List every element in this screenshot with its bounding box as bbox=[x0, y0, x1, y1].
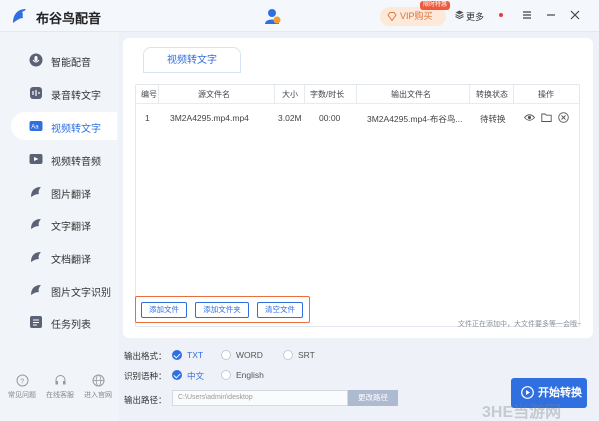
online-support-link[interactable]: 在线客服 bbox=[40, 374, 80, 400]
image-translate-icon bbox=[31, 187, 41, 197]
cell-source: 3M2A4295.mp4.mp4 bbox=[170, 113, 249, 123]
language-label-zh: 中文 bbox=[187, 371, 205, 381]
format-label-srt: SRT bbox=[298, 350, 315, 360]
col-header: 字数/时长 bbox=[310, 90, 345, 99]
sidebar-item-label: 任务列表 bbox=[51, 320, 91, 331]
output-path-field[interactable]: C:\Users\admin\desktop bbox=[172, 390, 348, 406]
language-radio-zh[interactable] bbox=[172, 370, 182, 380]
format-radio-srt[interactable] bbox=[283, 350, 293, 360]
folder-icon[interactable] bbox=[541, 112, 552, 123]
sidebar-item-image-translate[interactable]: 图片翻译 bbox=[11, 178, 117, 206]
cell-duration: 00:00 bbox=[319, 113, 341, 123]
text-translate-icon bbox=[31, 219, 41, 229]
notification-dot bbox=[499, 13, 503, 17]
col-header: 源文件名 bbox=[198, 90, 230, 99]
app-logo-icon bbox=[13, 9, 26, 23]
sidebar: 智能配音 录音转文字 Aa 视频转文字 视频转音频 图片翻译 文字翻译 文档翻译… bbox=[0, 32, 119, 421]
file-table: 编号 源文件名 大小 字数/时长 输出文件名 转换状态 操作 1 3M2A429… bbox=[135, 84, 580, 327]
col-header: 转换状态 bbox=[476, 90, 508, 99]
table-row[interactable]: 1 3M2A4295.mp4.mp4 3.02M 00:00 3M2A4295.… bbox=[136, 104, 579, 132]
sidebar-item-task-list[interactable]: 任务列表 bbox=[11, 308, 117, 336]
sidebar-item-label: 视频转文字 bbox=[51, 124, 101, 135]
sidebar-item-label: 文档翻译 bbox=[51, 255, 91, 266]
diamond-icon bbox=[387, 12, 397, 21]
video-audio-icon bbox=[29, 154, 43, 164]
minimize-icon[interactable] bbox=[545, 9, 557, 21]
svg-text:Aa: Aa bbox=[31, 125, 39, 131]
sidebar-item-label: 录音转文字 bbox=[51, 91, 101, 102]
language-radio-en[interactable] bbox=[221, 370, 231, 380]
bottom-links: ? 常见问题 在线客服 进入官网 bbox=[0, 374, 119, 414]
col-header: 大小 bbox=[282, 90, 298, 99]
sidebar-item-label: 图片文字识别 bbox=[51, 288, 111, 299]
app-title: 布谷鸟配音 bbox=[36, 11, 102, 26]
layers-icon bbox=[455, 10, 464, 19]
output-format-label: 输出格式： bbox=[124, 351, 167, 361]
more-menu-button[interactable]: 更多 bbox=[455, 10, 485, 23]
menu-icon[interactable] bbox=[521, 9, 533, 21]
video-text-icon: Aa bbox=[29, 121, 43, 131]
sidebar-item-doc-translate[interactable]: 文档翻译 bbox=[11, 243, 117, 271]
format-radio-txt[interactable] bbox=[172, 350, 182, 360]
col-header: 输出文件名 bbox=[391, 90, 431, 99]
file-action-group: 添加文件 添加文件夹 清空文件 bbox=[135, 296, 310, 323]
delete-icon[interactable] bbox=[558, 112, 569, 123]
cell-no: 1 bbox=[145, 113, 150, 123]
doc-translate-icon bbox=[31, 252, 41, 262]
col-header: 操作 bbox=[538, 90, 554, 99]
record-icon bbox=[30, 87, 42, 99]
status-hint: 文件正在添加中，大文件要多等一会哦~ bbox=[458, 321, 582, 328]
user-avatar-icon[interactable] bbox=[263, 7, 281, 25]
language-label: 识别语种： bbox=[124, 371, 167, 381]
sidebar-item-label: 智能配音 bbox=[51, 58, 91, 69]
format-radio-word[interactable] bbox=[221, 350, 231, 360]
question-icon: ? bbox=[16, 374, 28, 387]
col-header: 编号 bbox=[141, 90, 157, 99]
format-label-word: WORD bbox=[236, 350, 263, 360]
add-file-button[interactable]: 添加文件 bbox=[141, 302, 187, 318]
close-icon[interactable] bbox=[569, 9, 581, 21]
add-folder-button[interactable]: 添加文件夹 bbox=[195, 302, 249, 318]
tab-video-to-text[interactable]: 视频转文字 bbox=[143, 47, 241, 73]
official-site-link[interactable]: 进入官网 bbox=[78, 374, 118, 400]
clear-files-button[interactable]: 清空文件 bbox=[257, 302, 303, 318]
sidebar-item-video-to-audio[interactable]: 视频转音频 bbox=[11, 145, 117, 173]
cell-output: 3M2A4295.mp4-布谷鸟... bbox=[367, 114, 463, 124]
headset-icon bbox=[55, 375, 65, 385]
eye-icon[interactable] bbox=[524, 112, 535, 123]
table-header: 编号 源文件名 大小 字数/时长 输出文件名 转换状态 操作 bbox=[136, 85, 579, 104]
faq-link[interactable]: ? 常见问题 bbox=[2, 374, 42, 400]
cell-status: 待转换 bbox=[480, 114, 506, 124]
vip-label: VIP购买 bbox=[400, 11, 433, 21]
change-path-button[interactable]: 更改路径 bbox=[348, 390, 398, 406]
title-bar: 布谷鸟配音 VIP购买 限时特惠 更多 bbox=[0, 0, 599, 32]
sidebar-item-text-translate[interactable]: 文字翻译 bbox=[11, 210, 117, 238]
more-label: 更多 bbox=[466, 12, 485, 22]
ocr-icon bbox=[31, 285, 41, 295]
format-label-txt: TXT bbox=[187, 350, 204, 360]
sidebar-item-label: 文字翻译 bbox=[51, 222, 91, 233]
cell-size: 3.02M bbox=[278, 113, 302, 123]
vip-promo-badge: 限时特惠 bbox=[420, 1, 451, 10]
output-path-label: 输出路径： bbox=[124, 395, 167, 405]
globe-icon bbox=[92, 374, 104, 387]
task-list-icon bbox=[30, 316, 42, 328]
mic-icon bbox=[29, 53, 43, 67]
sidebar-item-label: 图片翻译 bbox=[51, 190, 91, 201]
sidebar-item-ocr[interactable]: 图片文字识别 bbox=[11, 276, 117, 304]
sidebar-item-smart-dubbing[interactable]: 智能配音 bbox=[11, 46, 117, 74]
sidebar-item-label: 视频转音频 bbox=[51, 157, 101, 168]
svg-text:?: ? bbox=[20, 378, 24, 385]
watermark: 3HE当游网 bbox=[482, 404, 562, 421]
language-label-en: English bbox=[236, 370, 264, 380]
sidebar-item-record-to-text[interactable]: 录音转文字 bbox=[11, 79, 117, 107]
sidebar-item-video-to-text[interactable]: Aa 视频转文字 bbox=[11, 112, 117, 140]
